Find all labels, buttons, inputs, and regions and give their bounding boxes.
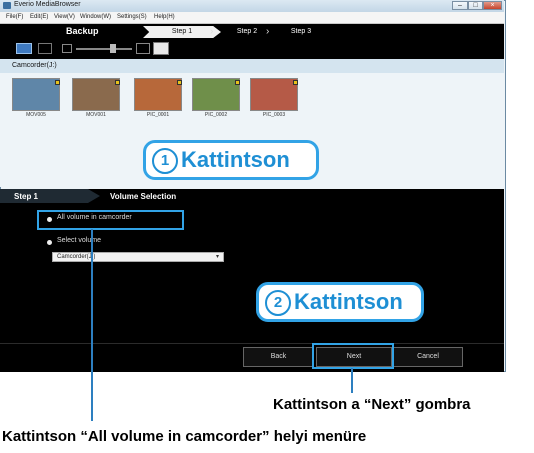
grid-view-icon[interactable]	[16, 43, 32, 54]
leader-line	[91, 229, 93, 421]
media-name: PIC_0003	[262, 112, 286, 118]
chevron-down-icon[interactable]: ▾	[216, 253, 219, 260]
menu-bar	[0, 12, 504, 24]
video-badge-icon	[55, 80, 60, 85]
minimize-button[interactable]: –	[452, 1, 468, 10]
callout-step-2: 2 Kattintson	[256, 282, 424, 322]
menu-file[interactable]: File(F)	[6, 14, 23, 20]
media-thumbnail[interactable]	[250, 78, 298, 111]
callout-step-1: 1 Kattintson	[143, 140, 319, 180]
menu-edit[interactable]: Edit(E)	[30, 14, 48, 20]
leader-line	[351, 368, 353, 393]
video-badge-icon	[115, 80, 120, 85]
photo-badge-icon	[177, 80, 182, 85]
back-button[interactable]: Back	[243, 347, 314, 367]
media-thumbnail[interactable]	[12, 78, 60, 111]
drive-header	[0, 59, 504, 73]
menu-window[interactable]: Window(W)	[80, 14, 111, 20]
photo-badge-icon	[293, 80, 298, 85]
highlight-next	[312, 343, 394, 369]
menu-view[interactable]: View(V)	[54, 14, 75, 20]
select-volume-label[interactable]: Select volume	[57, 237, 101, 244]
media-name: MOV001	[86, 112, 106, 118]
media-thumbnail[interactable]	[72, 78, 120, 111]
window-title: Everio MediaBrowser	[14, 1, 81, 8]
app-icon	[3, 2, 11, 9]
zoom-out-icon[interactable]	[62, 44, 72, 53]
caption-all-volume: Kattintson “All volume in camcorder” hel…	[2, 428, 367, 445]
section-title: Volume Selection	[110, 192, 177, 201]
photo-badge-icon	[235, 80, 240, 85]
callout-text: Kattintson	[181, 147, 290, 172]
step-label: Step 1	[14, 192, 39, 201]
chevron-right-icon: ›	[210, 26, 214, 37]
cancel-button[interactable]: Cancel	[393, 347, 463, 367]
slider-handle[interactable]	[110, 44, 116, 53]
media-name: PIC_0002	[204, 112, 228, 118]
zoom-in-icon[interactable]	[136, 43, 150, 54]
media-name: PIC_0001	[146, 112, 170, 118]
callout-text: Kattintson	[294, 289, 403, 314]
media-name: MOV005	[26, 112, 46, 118]
drive-label: Camcorder(J:)	[12, 62, 57, 69]
select-volume-radio[interactable]	[47, 240, 52, 245]
maximize-button[interactable]: □	[468, 1, 483, 10]
caption-next: Kattintson a “Next” gombra	[273, 396, 471, 413]
thumbnail-size-slider[interactable]	[76, 48, 132, 50]
tab-step-3: Step 3	[290, 28, 312, 35]
media-thumbnail[interactable]	[134, 78, 182, 111]
menu-settings[interactable]: Settings(S)	[117, 14, 147, 20]
highlight-all-volume	[37, 210, 184, 230]
step-number: 1	[152, 148, 178, 175]
media-thumbnail[interactable]	[192, 78, 240, 111]
chevron-right-icon: ›	[266, 26, 270, 37]
list-view-icon[interactable]	[38, 43, 52, 54]
close-button[interactable]: ×	[483, 1, 502, 10]
step-number: 2	[265, 290, 291, 317]
menu-help[interactable]: Help(H)	[154, 14, 175, 20]
volume-dropdown[interactable]: Camcorder(J:)	[52, 252, 224, 262]
backup-title: Backup	[66, 26, 99, 36]
calendar-icon[interactable]	[153, 42, 169, 55]
